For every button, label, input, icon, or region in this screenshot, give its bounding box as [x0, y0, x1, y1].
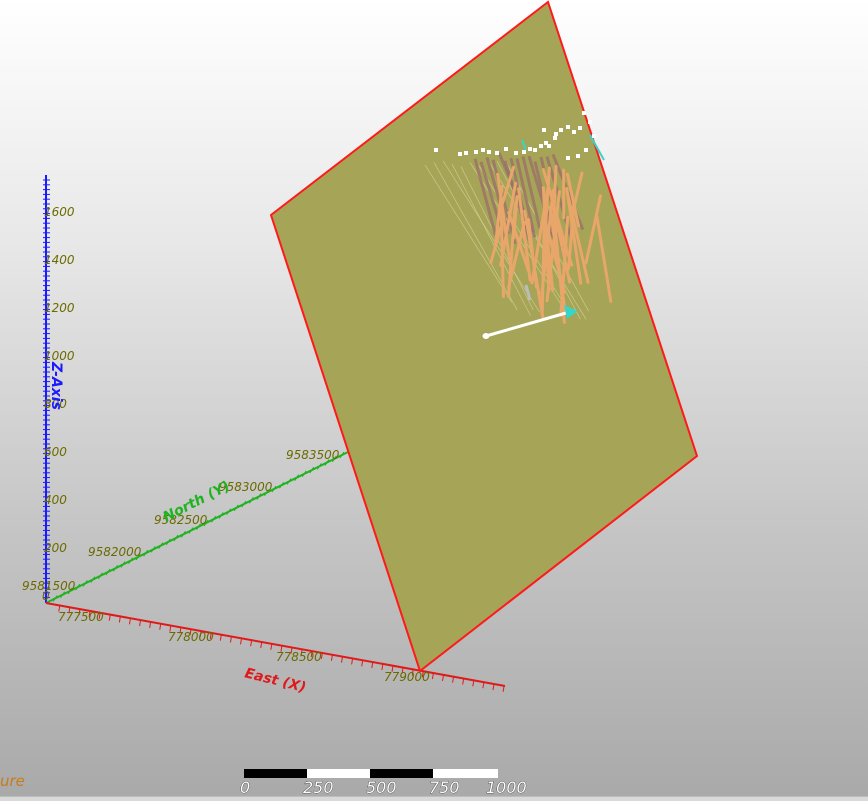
- x-minor-tick: [109, 615, 110, 621]
- collar-marker: [539, 144, 543, 148]
- collar-marker: [547, 144, 551, 148]
- y-axis-line: [46, 452, 348, 603]
- x-minor-tick: [352, 658, 353, 664]
- x-minor-tick: [261, 642, 262, 648]
- x-minor-tick: [251, 640, 252, 646]
- scale-bar-label: 750: [429, 778, 460, 797]
- x-tick-label: 779000: [384, 670, 430, 684]
- x-tick-label: 778500: [276, 650, 322, 664]
- z-tick-label: 600: [44, 445, 67, 459]
- collar-marker: [553, 136, 557, 140]
- scale-bar-segment: [307, 769, 370, 778]
- scale-bar: 0 250 500 750 1000: [240, 769, 527, 797]
- x-minor-tick: [150, 622, 151, 628]
- collar-marker: [554, 132, 558, 136]
- collar-marker: [528, 147, 532, 151]
- x-minor-tick: [160, 624, 161, 630]
- collar-marker: [481, 148, 485, 152]
- collar-marker: [504, 147, 508, 151]
- collar-marker: [566, 156, 570, 160]
- z-tick-label: 1600: [44, 205, 75, 219]
- x-minor-tick: [473, 680, 474, 686]
- collar-marker: [592, 134, 596, 138]
- x-minor-tick: [382, 664, 383, 670]
- scale-bar-label: 0: [240, 778, 250, 797]
- y-tick-label: 9583500: [286, 448, 340, 462]
- x-minor-tick: [503, 686, 504, 692]
- x-minor-tick: [442, 675, 443, 681]
- x-tick-label: 778000: [168, 630, 214, 644]
- collar-marker: [533, 148, 537, 152]
- z-axis-title: Z-Axis: [48, 361, 64, 410]
- x-minor-tick: [432, 673, 433, 679]
- x-minor-tick: [271, 644, 272, 650]
- collar-marker: [464, 151, 468, 155]
- z-axis: 0 200 400 600 800 1000 1200 1400 1600 Z-…: [42, 175, 75, 603]
- x-minor-tick: [220, 635, 221, 641]
- z-tick-label: 200: [44, 541, 67, 555]
- x-minor-tick: [140, 620, 141, 626]
- x-minor-tick: [230, 637, 231, 643]
- 3d-viewport[interactable]: 0 200 400 600 800 1000 1200 1400 1600 Z-…: [0, 0, 868, 800]
- scale-bar-label: 250: [303, 778, 334, 797]
- collar-marker: [434, 148, 438, 152]
- y-tick-label: 9581500: [22, 579, 76, 593]
- y-tick-label: 9582000: [88, 545, 142, 559]
- collar-marker: [572, 130, 576, 134]
- status-strip: [0, 796, 868, 801]
- x-minor-tick: [453, 677, 454, 683]
- scale-bar-segment: [370, 769, 433, 778]
- collar-marker: [588, 120, 592, 124]
- collar-marker: [495, 151, 499, 155]
- x-minor-tick: [129, 618, 130, 624]
- collar-marker: [542, 128, 546, 132]
- scale-bar-label: 1000: [486, 778, 527, 797]
- collar-marker: [584, 148, 588, 152]
- z-tick-label: 400: [44, 493, 67, 507]
- x-minor-tick: [463, 679, 464, 685]
- x-tick-label: 777500: [58, 610, 104, 624]
- x-minor-tick: [483, 682, 484, 688]
- z-tick-label: 1200: [44, 301, 75, 315]
- x-minor-tick: [241, 638, 242, 644]
- collar-marker: [566, 125, 570, 129]
- x-minor-tick: [331, 655, 332, 661]
- x-minor-tick: [372, 662, 373, 668]
- scale-bar-segment: [433, 769, 498, 778]
- z-tick-label: 1000: [44, 349, 75, 363]
- collar-marker: [576, 154, 580, 158]
- x-minor-tick: [362, 660, 363, 666]
- z-tick-label: 1400: [44, 253, 75, 267]
- x-axis-title: East (X): [243, 665, 308, 696]
- scale-bar-label: 500: [366, 778, 397, 797]
- collar-marker: [578, 126, 582, 130]
- x-minor-tick: [493, 684, 494, 690]
- x-minor-tick: [119, 616, 120, 622]
- collar-marker: [582, 111, 586, 115]
- legend-label-fragment: ure: [0, 772, 25, 790]
- x-minor-tick: [342, 657, 343, 663]
- collar-marker: [514, 151, 518, 155]
- arrow-origin-handle[interactable]: [483, 333, 490, 339]
- collar-marker: [559, 128, 563, 132]
- collar-marker: [474, 150, 478, 154]
- collar-marker: [458, 152, 462, 156]
- collar-marker: [522, 150, 526, 154]
- scale-bar-segment: [244, 769, 307, 778]
- collar-marker: [487, 150, 491, 154]
